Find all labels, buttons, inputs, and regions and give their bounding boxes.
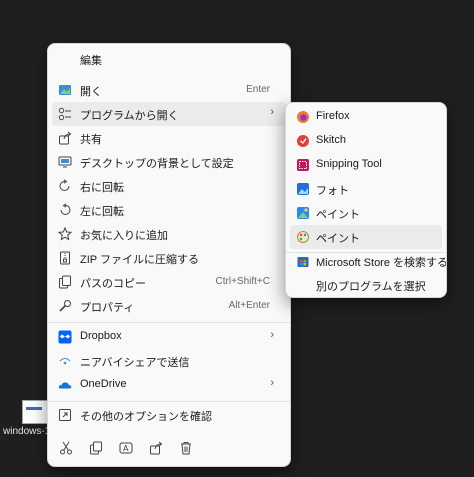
rotate-right-icon (58, 179, 72, 193)
menu-item-rotate-right[interactable]: 右に回転 (52, 174, 286, 198)
submenu-item-store[interactable]: Microsoft Store を検索する (290, 249, 446, 273)
quick-action-bar: A (48, 436, 290, 460)
snipping-tool-icon (296, 158, 310, 172)
more-options-icon (58, 408, 72, 422)
share-icon (58, 131, 72, 145)
menu-header: 編集 (80, 55, 102, 67)
skitch-icon (296, 134, 310, 148)
store-icon (296, 254, 310, 268)
menu-item-dropbox[interactable]: Dropbox › (52, 325, 286, 349)
firefox-icon (296, 110, 310, 124)
rename-icon[interactable]: A (116, 438, 136, 458)
menu-item-open-with[interactable]: プログラムから開く › (52, 102, 286, 126)
zip-icon (58, 251, 72, 265)
star-icon (58, 227, 72, 241)
delete-icon[interactable] (176, 438, 196, 458)
desktop-background-icon (58, 155, 72, 169)
open-image-icon (58, 83, 72, 97)
cut-icon[interactable] (56, 438, 76, 458)
dropbox-icon (58, 330, 72, 344)
open-with-icon (58, 107, 72, 121)
menu-item-share[interactable]: 共有 (52, 126, 286, 150)
menu-item-set-background[interactable]: デスクトップの背景として設定 (52, 150, 286, 174)
share-icon[interactable] (146, 438, 166, 458)
submenu-item-paint-classic[interactable]: ペイント (290, 225, 442, 249)
nearby-share-icon (58, 354, 72, 368)
menu-separator (48, 401, 290, 402)
menu-item-onedrive[interactable]: OneDrive › (52, 373, 286, 397)
submenu-item-choose-another-app[interactable]: 別のプログラムを選択 (290, 273, 442, 297)
rotate-left-icon (58, 203, 72, 217)
chevron-right-icon: › (270, 329, 274, 341)
menu-item-rotate-left[interactable]: 左に回転 (52, 198, 286, 222)
submenu-item-firefox[interactable]: Firefox (290, 105, 442, 129)
menu-item-properties[interactable]: プロパティ Alt+Enter (52, 294, 286, 318)
open-with-submenu: Firefox Skitch Snipping Tool フォト ペイント ペイ… (285, 102, 447, 298)
copy-path-icon (58, 275, 72, 289)
paint-icon (296, 206, 310, 220)
menu-item-compress-zip[interactable]: ZIP ファイルに圧縮する (52, 246, 286, 270)
menu-item-more-options[interactable]: その他のオプションを確認 (52, 403, 286, 427)
context-menu: 編集 開く Enter プログラムから開く › 共有 デスクトップの背景として設… (47, 43, 291, 467)
chevron-right-icon: › (270, 377, 274, 389)
onedrive-icon (58, 378, 72, 392)
menu-item-copy-path[interactable]: パスのコピー Ctrl+Shift+C (52, 270, 286, 294)
photos-icon (296, 182, 310, 196)
paint-classic-icon (296, 230, 310, 244)
submenu-item-skitch[interactable]: Skitch (290, 129, 442, 153)
menu-item-add-favorites[interactable]: お気に入りに追加 (52, 222, 286, 246)
menu-item-nearby-share[interactable]: ニアバイシェアで送信 (52, 349, 286, 373)
submenu-item-snipping-tool[interactable]: Snipping Tool (290, 153, 442, 177)
svg-text:A: A (123, 444, 129, 453)
chevron-right-icon: › (270, 106, 274, 118)
copy-icon[interactable] (86, 438, 106, 458)
submenu-item-photos[interactable]: フォト (290, 177, 442, 201)
wrench-icon (58, 299, 72, 313)
submenu-item-paint[interactable]: ペイント (290, 201, 442, 225)
menu-item-open[interactable]: 開く Enter (52, 78, 286, 102)
menu-separator (48, 322, 290, 323)
file-name: windows-1 (3, 426, 51, 437)
